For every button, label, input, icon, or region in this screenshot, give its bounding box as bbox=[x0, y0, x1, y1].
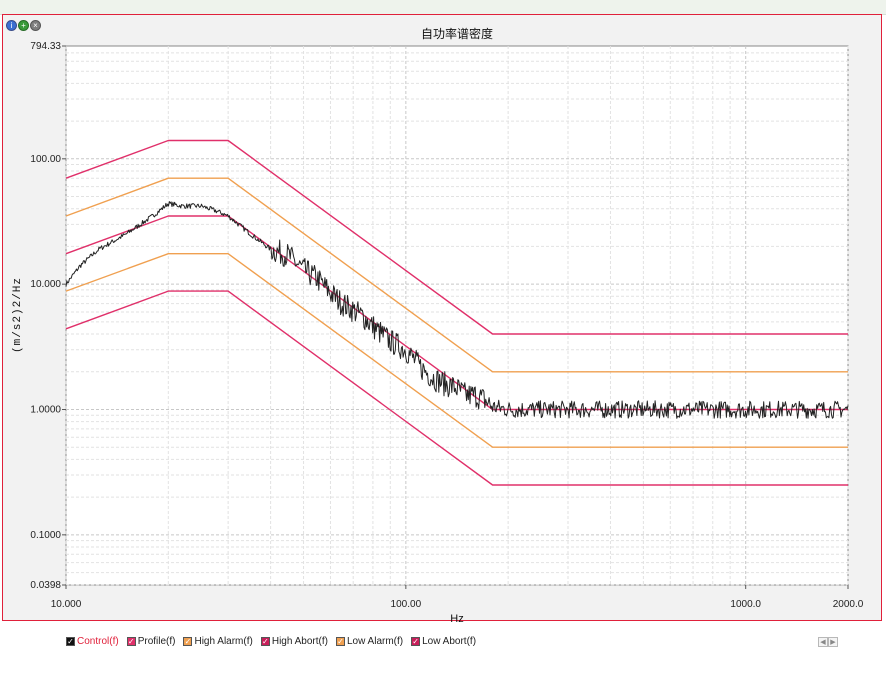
legend-item[interactable]: ✓ High Alarm(f) bbox=[183, 636, 253, 647]
legend-label: Low Alarm(f) bbox=[346, 636, 404, 647]
legend-item[interactable]: ✓ Control(f) bbox=[66, 636, 119, 647]
legend-checkbox[interactable]: ✓ bbox=[335, 637, 345, 646]
scroll-right-icon[interactable]: ▶ bbox=[828, 637, 838, 647]
x-tick-labels: 10.000 100.00 1000.0 2000.0 bbox=[51, 585, 864, 610]
legend-item[interactable]: ✓ Profile(f) bbox=[126, 636, 176, 647]
legend-label: Control(f) bbox=[77, 636, 119, 647]
legend-item[interactable]: ✓ Low Alarm(f) bbox=[335, 636, 404, 647]
y-tick-label: 100.00 bbox=[30, 154, 61, 165]
x-tick-label: 2000.0 bbox=[833, 599, 864, 610]
y-tick-label: 0.1000 bbox=[30, 530, 61, 541]
y-tick-label: 0.0398 bbox=[30, 580, 61, 591]
legend-item[interactable]: ✓ Low Abort(f) bbox=[411, 636, 476, 647]
legend-scroll: ◀ ▶ bbox=[818, 637, 838, 647]
legend-label: High Alarm(f) bbox=[194, 636, 253, 647]
y-tick-label: 10.000 bbox=[30, 279, 61, 290]
y-axis-label: (m/s2)2/Hz bbox=[12, 277, 24, 353]
chart-title: 自功率谱密度 bbox=[421, 26, 493, 41]
y-tick-label: 794.33 bbox=[30, 41, 61, 52]
y-tick-labels: 794.33 100.00 10.000 1.0000 0.1000 0.0398 bbox=[30, 41, 66, 591]
legend-checkbox[interactable]: ✓ bbox=[183, 637, 193, 646]
x-axis-label: Hz bbox=[450, 613, 463, 625]
legend-label: High Abort(f) bbox=[271, 636, 328, 647]
legend-checkbox[interactable]: ✓ bbox=[411, 637, 421, 646]
psd-chart: 794.33 100.00 10.000 1.0000 0.1000 0.0398 10.… bbox=[12, 26, 864, 625]
legend-checkbox[interactable]: ✓ bbox=[126, 637, 136, 646]
x-tick-label: 1000.0 bbox=[730, 599, 761, 610]
scroll-left-icon[interactable]: ◀ bbox=[818, 637, 828, 647]
legend-checkbox[interactable]: ✓ bbox=[66, 637, 75, 646]
x-tick-label: 10.000 bbox=[51, 599, 82, 610]
legend-item[interactable]: ✓ High Abort(f) bbox=[260, 636, 328, 647]
y-tick-label: 1.0000 bbox=[30, 405, 61, 416]
x-tick-label: 100.00 bbox=[391, 599, 422, 610]
legend-label: Low Abort(f) bbox=[422, 636, 477, 647]
app-window: i + × 794.33 100.00 10.000 1.0000 0.1000 0.03… bbox=[0, 0, 886, 674]
legend: ✓ Control(f) ✓ Profile(f) ✓ High Alarm(f) ✓ Hig… bbox=[66, 636, 476, 647]
legend-checkbox[interactable]: ✓ bbox=[260, 637, 270, 646]
plot-area bbox=[65, 45, 849, 586]
legend-label: Profile(f) bbox=[137, 636, 176, 647]
